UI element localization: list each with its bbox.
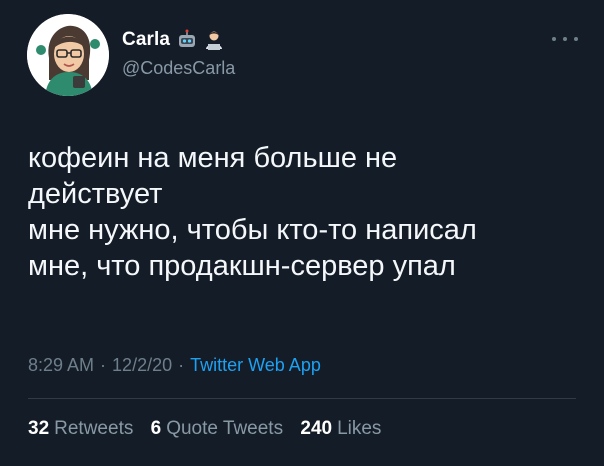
technologist-emoji-icon [206,31,223,50]
more-options-icon[interactable] [552,32,578,46]
tweet-text: кофеин на меня больше не действует мне н… [28,140,588,284]
author-handle[interactable]: @CodesCarla [122,58,235,79]
tweet-source[interactable]: Twitter Web App [190,355,321,375]
divider [28,398,576,399]
avatar[interactable] [27,14,109,96]
dot [574,37,578,41]
quote-tweets-stat[interactable]: 6 Quote Tweets [151,418,283,439]
retweets-stat[interactable]: 32 Retweets [28,418,133,439]
tweet-stats: 32 Retweets 6 Quote Tweets 240 Likes [28,418,393,440]
tweet-time[interactable]: 8:29 AM [28,355,94,375]
author-display-name[interactable]: Carla [122,29,170,51]
avatar-illustration-icon [27,14,109,96]
tweet-line: кофеин на меня больше не [28,142,398,174]
likes-label: Likes [337,418,382,439]
author-name-row: Carla [122,28,235,52]
likes-stat[interactable]: 240 Likes [300,418,381,439]
robot-emoji-icon [179,29,196,47]
tweet-date[interactable]: 12/2/20 [112,355,172,375]
tweet-author: Carla @CodesCarla [122,28,235,79]
tweet-meta: 8:29 AM · 12/2/20 · Twitter Web App [28,355,321,376]
quotes-count: 6 [150,418,162,439]
meta-separator: · [178,355,185,375]
meta-separator: · [100,355,107,375]
dot [563,37,567,41]
quotes-label: Quote Tweets [166,418,284,439]
tweet-line: мне, что продакшн-сервер упал [28,250,456,282]
tweet-line: действует [28,178,163,210]
tweet-card: Carla @CodesCarla кофеин на меня больше [0,0,604,466]
dot [552,37,556,41]
likes-count: 240 [300,418,333,439]
retweets-count: 32 [28,418,50,439]
retweets-label: Retweets [54,418,134,439]
tweet-line: мне нужно, чтобы кто-то написал [28,214,477,246]
